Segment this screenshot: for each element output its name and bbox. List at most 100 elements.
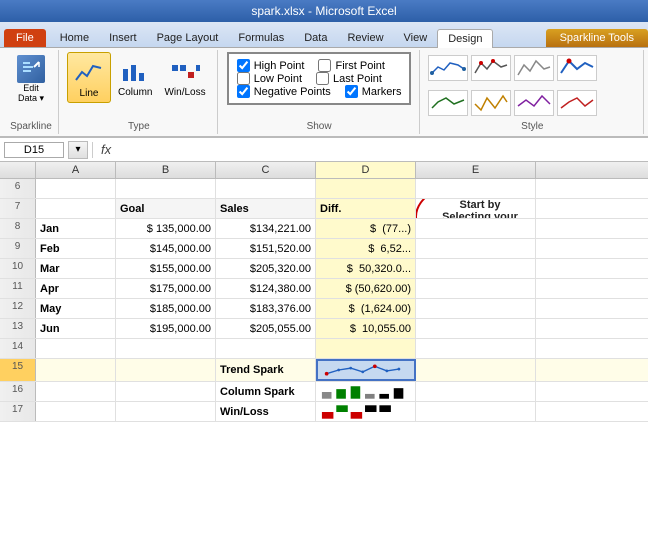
cell-9a[interactable]: Feb (36, 239, 116, 258)
cell-17e[interactable] (416, 402, 536, 421)
type-column-button[interactable]: Column (113, 52, 157, 101)
cell-16b[interactable] (116, 382, 216, 401)
cell-6a[interactable] (36, 179, 116, 198)
tab-data[interactable]: Data (294, 29, 337, 47)
cell-11b[interactable]: $175,000.00 (116, 279, 216, 298)
style-preview-6[interactable] (471, 90, 511, 116)
show-high-point[interactable]: High Point (237, 59, 305, 72)
cell-15d[interactable] (316, 359, 416, 381)
col-header-b[interactable]: B (116, 162, 216, 178)
cell-16a[interactable] (36, 382, 116, 401)
cell-8b[interactable]: $ 135,000.00 (116, 219, 216, 238)
negative-points-checkbox[interactable] (237, 85, 250, 98)
style-preview-1[interactable] (428, 55, 468, 81)
show-markers[interactable]: Markers (345, 85, 402, 98)
cell-13d[interactable]: $ 10,055.00 (316, 319, 416, 338)
tab-home[interactable]: Home (50, 29, 99, 47)
cell-13e[interactable] (416, 319, 536, 338)
col-header-d[interactable]: D (316, 162, 416, 178)
tab-insert[interactable]: Insert (99, 29, 147, 47)
cell-16e[interactable] (416, 382, 536, 401)
style-preview-2[interactable] (471, 55, 511, 81)
tab-design[interactable]: Design (437, 29, 493, 48)
markers-checkbox[interactable] (345, 85, 358, 98)
cell-14e[interactable] (416, 339, 536, 358)
style-preview-8[interactable] (557, 90, 597, 116)
cell-6b[interactable] (116, 179, 216, 198)
cell-12a[interactable]: May (36, 299, 116, 318)
cell-6d[interactable] (316, 179, 416, 198)
name-box[interactable] (4, 142, 64, 158)
formula-input[interactable] (119, 143, 644, 157)
type-line-button[interactable]: Line (67, 52, 111, 103)
cell-8e[interactable] (416, 219, 536, 238)
cell-12d[interactable]: $ (1,624.00) (316, 299, 416, 318)
cell-11c[interactable]: $124,380.00 (216, 279, 316, 298)
tab-formulas[interactable]: Formulas (228, 29, 294, 47)
col-header-a[interactable]: A (36, 162, 116, 178)
show-first-point[interactable]: First Point (318, 59, 385, 72)
cell-14b[interactable] (116, 339, 216, 358)
cell-17d[interactable] (316, 402, 416, 421)
cell-10e[interactable] (416, 259, 536, 278)
cell-10b[interactable]: $155,000.00 (116, 259, 216, 278)
cell-12b[interactable]: $185,000.00 (116, 299, 216, 318)
style-preview-3[interactable] (514, 55, 554, 81)
cell-15e[interactable] (416, 359, 536, 381)
low-point-checkbox[interactable] (237, 72, 250, 85)
cell-17c[interactable]: Win/Loss (216, 402, 316, 421)
cell-15a[interactable] (36, 359, 116, 381)
cell-10c[interactable]: $205,320.00 (216, 259, 316, 278)
cell-16c[interactable]: Column Spark (216, 382, 316, 401)
first-point-checkbox[interactable] (318, 59, 331, 72)
cell-10a[interactable]: Mar (36, 259, 116, 278)
cell-12c[interactable]: $183,376.00 (216, 299, 316, 318)
tab-page-layout[interactable]: Page Layout (147, 29, 229, 47)
cell-14a[interactable] (36, 339, 116, 358)
cell-9e[interactable] (416, 239, 536, 258)
cell-17a[interactable] (36, 402, 116, 421)
col-header-e[interactable]: E (416, 162, 536, 178)
cell-10d[interactable]: $ 50,320.0... (316, 259, 416, 278)
cell-12e[interactable] (416, 299, 536, 318)
show-negative-points[interactable]: Negative Points (237, 85, 331, 98)
cell-8a[interactable]: Jan (36, 219, 116, 238)
formula-expand-button[interactable]: ▾ (68, 141, 88, 159)
tab-sparkline-tools[interactable]: Sparkline Tools (546, 29, 648, 47)
cell-15c[interactable]: Trend Spark (216, 359, 316, 381)
col-header-c[interactable]: C (216, 162, 316, 178)
cell-17b[interactable] (116, 402, 216, 421)
last-point-checkbox[interactable] (316, 72, 329, 85)
tab-review[interactable]: Review (337, 29, 393, 47)
cell-8d[interactable]: $ (77...) (316, 219, 416, 238)
tab-file[interactable]: File (4, 29, 46, 47)
style-preview-7[interactable] (514, 90, 554, 116)
cell-7a[interactable] (36, 199, 116, 218)
cell-6c[interactable] (216, 179, 316, 198)
cell-14d[interactable] (316, 339, 416, 358)
high-point-checkbox[interactable] (237, 59, 250, 72)
cell-11e[interactable] (416, 279, 536, 298)
cell-9b[interactable]: $145,000.00 (116, 239, 216, 258)
type-winloss-button[interactable]: Win/Loss (159, 52, 210, 101)
cell-6e[interactable] (416, 179, 536, 198)
cell-7b[interactable]: Goal (116, 199, 216, 218)
show-last-point[interactable]: Last Point (316, 72, 382, 85)
edit-data-button[interactable]: EditData ▾ (14, 52, 48, 107)
cell-13c[interactable]: $205,055.00 (216, 319, 316, 338)
cell-9c[interactable]: $151,520.00 (216, 239, 316, 258)
cell-11a[interactable]: Apr (36, 279, 116, 298)
show-low-point[interactable]: Low Point (237, 72, 302, 85)
style-preview-4[interactable] (557, 55, 597, 81)
cell-8c[interactable]: $134,221.00 (216, 219, 316, 238)
cell-14c[interactable] (216, 339, 316, 358)
cell-7e[interactable]: Start bySelecting yourSparkline Cell (416, 199, 536, 218)
cell-7d[interactable]: Diff. (316, 199, 416, 218)
cell-16d[interactable] (316, 382, 416, 401)
style-preview-5[interactable] (428, 90, 468, 116)
cell-15b[interactable] (116, 359, 216, 381)
cell-13b[interactable]: $195,000.00 (116, 319, 216, 338)
cell-9d[interactable]: $ 6,52... (316, 239, 416, 258)
cell-7c[interactable]: Sales (216, 199, 316, 218)
cell-11d[interactable]: $ (50,620.00) (316, 279, 416, 298)
